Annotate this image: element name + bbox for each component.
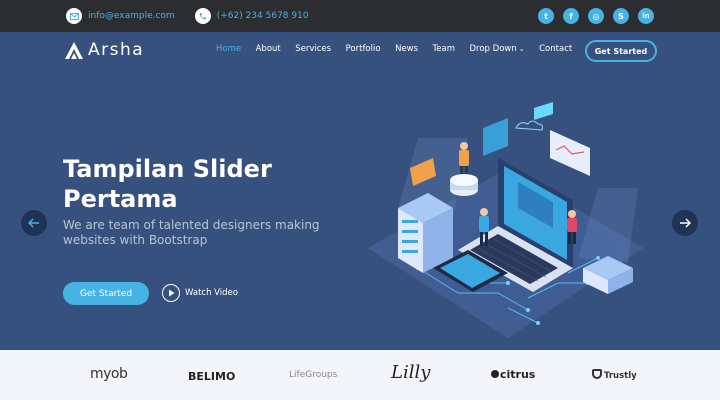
client-logo-lilly: Lilly <box>391 362 431 383</box>
twitter-icon[interactable]: t <box>538 8 554 24</box>
client-logo-myob: myob <box>90 366 128 382</box>
nav-dropdown-label: Drop Down <box>469 44 517 54</box>
logo-text: Arsha <box>88 40 145 60</box>
client-logo-citrus: citrus <box>500 368 536 381</box>
nav-dropdown[interactable]: Drop Down ⌄ <box>470 44 525 54</box>
social-links: t f ◎ S in <box>538 8 654 24</box>
carousel-next-button[interactable] <box>672 210 698 236</box>
client-logo-belimo: BELIMO <box>188 370 236 383</box>
nav-about[interactable]: About <box>256 44 281 54</box>
phone-icon <box>194 8 211 24</box>
facebook-icon[interactable]: f <box>563 8 579 24</box>
chevron-down-icon: ⌄ <box>518 45 525 53</box>
nav-services[interactable]: Services <box>295 44 331 54</box>
logo-mark-icon <box>65 42 83 59</box>
watch-video-link[interactable]: Watch Video <box>162 284 238 302</box>
play-icon <box>162 284 180 302</box>
hero-subtitle: We are team of talented designers making… <box>63 218 320 247</box>
nav-contact[interactable]: Contact <box>539 44 572 54</box>
phone-text[interactable]: (+62) 234 5678 910 <box>217 11 309 21</box>
citrus-mark-icon <box>491 370 499 378</box>
hero-get-started-button[interactable]: Get Started <box>63 282 149 305</box>
envelope-icon <box>66 8 82 24</box>
nav-news[interactable]: News <box>395 44 418 54</box>
site-logo[interactable]: Arsha <box>64 40 144 60</box>
nav-home[interactable]: Home <box>216 44 241 54</box>
hero-title: Tampilan Slider Pertama <box>63 155 272 213</box>
nav-team[interactable]: Team <box>433 44 455 54</box>
arrow-right-icon <box>680 218 691 228</box>
trustly-mark-icon <box>592 369 602 379</box>
client-logo-trustly: Trustly <box>604 371 637 381</box>
instagram-icon[interactable]: ◎ <box>588 8 604 24</box>
header-get-started-button[interactable]: Get Started <box>585 40 657 62</box>
phone-contact[interactable]: (+62) 234 5678 910 <box>194 8 309 24</box>
arrow-left-icon <box>28 218 39 228</box>
email-contact[interactable]: info@example.com <box>66 8 175 24</box>
watch-video-label: Watch Video <box>185 288 238 298</box>
carousel-prev-button[interactable] <box>21 210 47 236</box>
top-bar: info@example.com (+62) 234 5678 910 t f … <box>0 0 720 32</box>
nav-portfolio[interactable]: Portfolio <box>346 44 381 54</box>
skype-icon[interactable]: S <box>613 8 629 24</box>
client-logo-lifegroups: LifeGroups <box>289 370 338 380</box>
linkedin-icon[interactable]: in <box>638 8 654 24</box>
hero-illustration <box>368 102 643 338</box>
main-nav: Home About Services Portfolio News Team … <box>216 44 587 54</box>
email-text[interactable]: info@example.com <box>88 11 175 21</box>
